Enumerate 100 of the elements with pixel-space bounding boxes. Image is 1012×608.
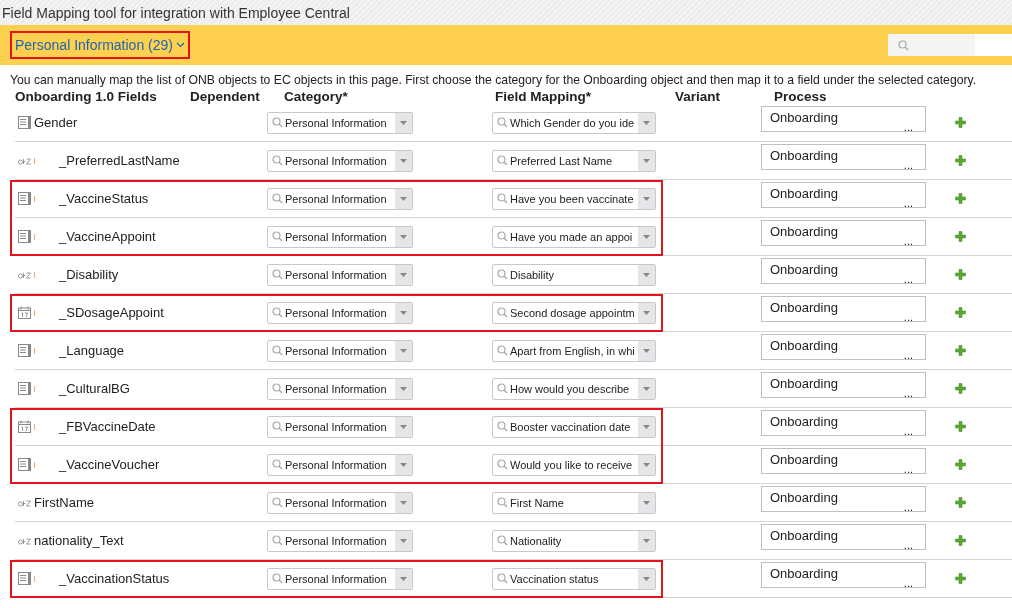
process-field[interactable]: Onboarding ... xyxy=(761,486,926,512)
search-icon xyxy=(272,155,283,166)
caret-down-icon xyxy=(400,500,407,505)
category-select[interactable]: Personal Information xyxy=(267,377,413,400)
search-icon xyxy=(497,535,508,546)
search-icon xyxy=(497,345,508,356)
category-select[interactable]: Personal Information xyxy=(267,567,413,590)
process-field[interactable]: Onboarding ... xyxy=(761,334,926,360)
field-mapping-select[interactable]: Which Gender do you ide xyxy=(492,111,656,134)
more-button[interactable]: ... xyxy=(903,349,913,361)
field-mapping-select[interactable]: Vaccination status xyxy=(492,567,656,590)
field-mapping-select[interactable]: How would you describe xyxy=(492,377,656,400)
process-field[interactable]: Onboarding ... xyxy=(761,410,926,436)
search-icon xyxy=(272,307,283,318)
field-name: _VaccineVoucher xyxy=(59,457,160,472)
add-icon[interactable] xyxy=(955,458,966,470)
add-icon[interactable] xyxy=(955,496,966,508)
process-value: Onboarding xyxy=(770,186,838,201)
add-icon[interactable] xyxy=(955,534,966,546)
more-button[interactable]: ... xyxy=(903,577,913,589)
more-button[interactable]: ... xyxy=(903,235,913,247)
category-dropdown[interactable]: Personal Information (29) xyxy=(10,31,190,59)
process-value: Onboarding xyxy=(770,262,838,277)
category-select[interactable]: Personal Information xyxy=(267,263,413,286)
add-icon[interactable] xyxy=(955,268,966,280)
process-field[interactable]: Onboarding ... xyxy=(761,448,926,474)
search-icon xyxy=(898,39,909,51)
field-mapping-select[interactable]: Nationality xyxy=(492,529,656,552)
caret-down-icon xyxy=(643,310,650,315)
category-select[interactable]: Personal Information xyxy=(267,111,413,134)
search-icon xyxy=(497,383,508,394)
category-select[interactable]: Personal Information xyxy=(267,301,413,324)
process-field[interactable]: Onboarding ... xyxy=(761,296,926,322)
field-mapping-select[interactable]: Disability xyxy=(492,263,656,286)
process-field[interactable]: Onboarding ... xyxy=(761,220,926,246)
text-type-icon xyxy=(18,270,31,279)
column-header: Field Mapping* xyxy=(495,89,592,104)
field-mapping-select[interactable]: Apart from English, in whi xyxy=(492,339,656,362)
caret-down-icon xyxy=(400,538,407,543)
add-icon[interactable] xyxy=(955,116,966,128)
category-select[interactable]: Personal Information xyxy=(267,529,413,552)
column-header: Dependent xyxy=(190,89,261,104)
process-field[interactable]: Onboarding ... xyxy=(761,106,926,132)
column-header: Category* xyxy=(284,89,349,104)
field-mapping-select[interactable]: Preferred Last Name xyxy=(492,149,656,172)
more-button[interactable]: ... xyxy=(903,273,913,285)
caret-down-icon xyxy=(400,462,407,467)
category-select[interactable]: Personal Information xyxy=(267,491,413,514)
add-icon[interactable] xyxy=(955,192,966,204)
chevron-down-icon xyxy=(175,42,185,48)
field-mapping-select[interactable]: Second dosage appointm xyxy=(492,301,656,324)
field-name: _VaccinationStatus xyxy=(59,571,170,586)
process-field[interactable]: Onboarding ... xyxy=(761,524,926,550)
process-field[interactable]: Onboarding ... xyxy=(761,562,926,588)
field-mapping-select[interactable]: Would you like to receive xyxy=(492,453,656,476)
add-icon[interactable] xyxy=(955,306,966,318)
more-button[interactable]: ... xyxy=(903,501,913,513)
category-select[interactable]: Personal Information xyxy=(267,225,413,248)
search-icon xyxy=(497,193,508,204)
process-field[interactable]: Onboarding ... xyxy=(761,258,926,284)
add-icon[interactable] xyxy=(955,420,966,432)
category-select[interactable]: Personal Information xyxy=(267,415,413,438)
more-button[interactable]: ... xyxy=(903,311,913,323)
field-mapping-select[interactable]: First Name xyxy=(492,491,656,514)
category-select[interactable]: Personal Information xyxy=(267,339,413,362)
caret-down-icon xyxy=(643,158,650,163)
search-icon xyxy=(272,421,283,432)
more-button[interactable]: ... xyxy=(903,539,913,551)
process-field[interactable]: Onboarding ... xyxy=(761,372,926,398)
field-mapping-select[interactable]: Have you made an appoi xyxy=(492,225,656,248)
column-header: Process xyxy=(774,89,828,104)
field-name: _VaccineAppoint xyxy=(59,229,156,244)
add-icon[interactable] xyxy=(955,344,966,356)
more-button[interactable]: ... xyxy=(903,425,913,437)
search-icon xyxy=(272,269,283,280)
add-icon[interactable] xyxy=(955,230,966,242)
caret-down-icon xyxy=(643,576,650,581)
category-select[interactable]: Personal Information xyxy=(267,187,413,210)
add-icon[interactable] xyxy=(955,382,966,394)
search-icon xyxy=(497,497,508,508)
more-button[interactable]: ... xyxy=(903,121,913,133)
calendar-icon xyxy=(18,306,31,319)
search-icon xyxy=(272,383,283,394)
field-name: _Disability xyxy=(59,267,119,282)
process-field[interactable]: Onboarding ... xyxy=(761,144,926,170)
field-mapping-select[interactable]: Booster vaccination date xyxy=(492,415,656,438)
category-select[interactable]: Personal Information xyxy=(267,149,413,172)
process-field[interactable]: Onboarding ... xyxy=(761,182,926,208)
category-select[interactable]: Personal Information xyxy=(267,453,413,476)
more-button[interactable]: ... xyxy=(903,387,913,399)
more-button[interactable]: ... xyxy=(903,159,913,171)
more-button[interactable]: ... xyxy=(903,197,913,209)
more-button[interactable]: ... xyxy=(903,463,913,475)
search-icon xyxy=(497,155,508,166)
search-field[interactable] xyxy=(888,34,975,56)
add-icon[interactable] xyxy=(955,154,966,166)
field-mapping-select[interactable]: Have you been vaccinate xyxy=(492,187,656,210)
add-icon[interactable] xyxy=(955,572,966,584)
search-icon xyxy=(497,117,508,128)
search-icon xyxy=(497,307,508,318)
